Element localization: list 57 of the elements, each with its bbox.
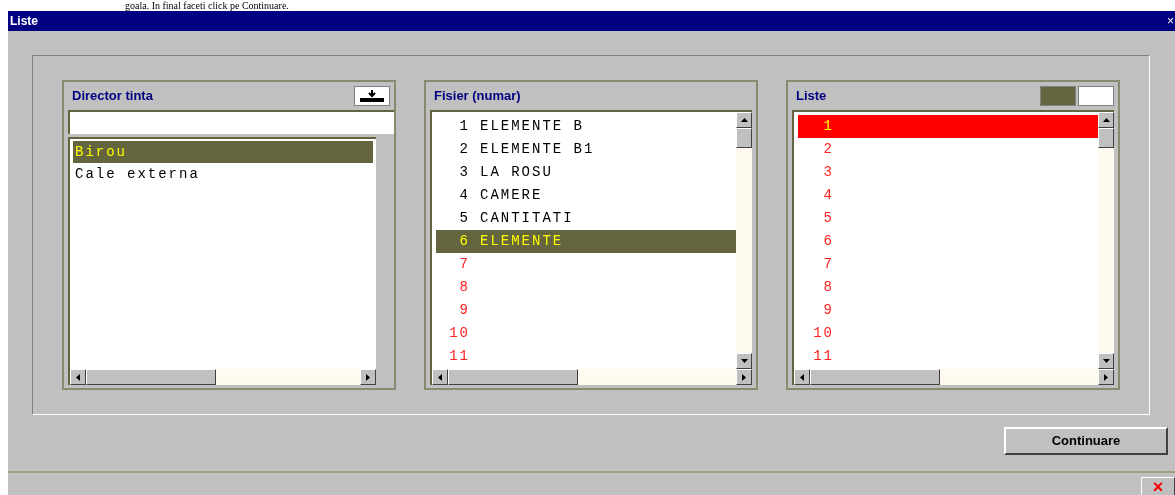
panel-title: Liste: [796, 87, 827, 106]
folder-item[interactable]: Birou: [73, 141, 373, 163]
file-row[interactable]: 10: [436, 322, 736, 345]
left-arrow-icon: [76, 373, 80, 381]
path-field[interactable]: [68, 110, 394, 134]
up-arrow-icon: [740, 118, 748, 122]
window-title: Liste: [10, 13, 38, 30]
file-row[interactable]: 3 LA ROSU: [436, 161, 736, 184]
color-swatch[interactable]: [1078, 86, 1114, 106]
down-arrow-icon: [1102, 359, 1110, 363]
file-row[interactable]: 9: [436, 299, 736, 322]
close-button[interactable]: ×: [1167, 15, 1175, 27]
file-row[interactable]: 1 ELEMENTE B: [436, 115, 736, 138]
left-arrow-icon: [438, 373, 442, 381]
list-row[interactable]: 7: [798, 253, 1098, 276]
list-row[interactable]: 6: [798, 230, 1098, 253]
file-row[interactable]: 2 ELEMENTE B1: [436, 138, 736, 161]
right-arrow-icon: [1104, 373, 1108, 381]
vertical-scrollbar[interactable]: [1098, 112, 1114, 369]
file-row[interactable]: 7: [436, 253, 736, 276]
download-button[interactable]: [354, 86, 390, 106]
list-row[interactable]: 9: [798, 299, 1098, 322]
horizontal-scrollbar[interactable]: [70, 369, 376, 385]
file-row[interactable]: 6 ELEMENTE: [436, 230, 736, 253]
scrollbar-thumb[interactable]: [736, 128, 752, 148]
list-row[interactable]: 10: [798, 322, 1098, 345]
list-row[interactable]: 11: [798, 345, 1098, 368]
continue-button[interactable]: Continuare: [1004, 427, 1168, 455]
download-icon: [360, 90, 384, 102]
folder-item[interactable]: Cale externa: [73, 163, 373, 185]
close-button[interactable]: ×: [1141, 477, 1175, 495]
list-row[interactable]: 4: [798, 184, 1098, 207]
vertical-scrollbar[interactable]: [736, 112, 752, 369]
scrollbar-thumb[interactable]: [1098, 128, 1114, 148]
horizontal-scrollbar[interactable]: [794, 369, 1114, 385]
up-arrow-icon: [1102, 118, 1110, 122]
right-arrow-icon: [742, 373, 746, 381]
file-row[interactable]: 5 CANTITATI: [436, 207, 736, 230]
scrollbar-thumb[interactable]: [810, 369, 940, 385]
scrollbar-thumb[interactable]: [448, 369, 578, 385]
scrollbar-thumb[interactable]: [86, 369, 216, 385]
file-row[interactable]: 8: [436, 276, 736, 299]
list-row[interactable]: 8: [798, 276, 1098, 299]
list-row[interactable]: 2: [798, 138, 1098, 161]
color-swatch[interactable]: [1040, 86, 1076, 106]
list-row[interactable]: 5: [798, 207, 1098, 230]
list-row[interactable]: 1: [798, 115, 1098, 138]
horizontal-scrollbar[interactable]: [432, 369, 752, 385]
left-arrow-icon: [800, 373, 804, 381]
file-row[interactable]: 11: [436, 345, 736, 368]
down-arrow-icon: [740, 359, 748, 363]
panel-title: Fisier (numar): [434, 87, 521, 106]
list-row[interactable]: 3: [798, 161, 1098, 184]
panel-title: Director tinta: [72, 87, 153, 106]
document-text: goala. In final faceti click pe Continuare.: [125, 0, 289, 11]
file-row[interactable]: 4 CAMERE: [436, 184, 736, 207]
right-arrow-icon: [366, 373, 370, 381]
